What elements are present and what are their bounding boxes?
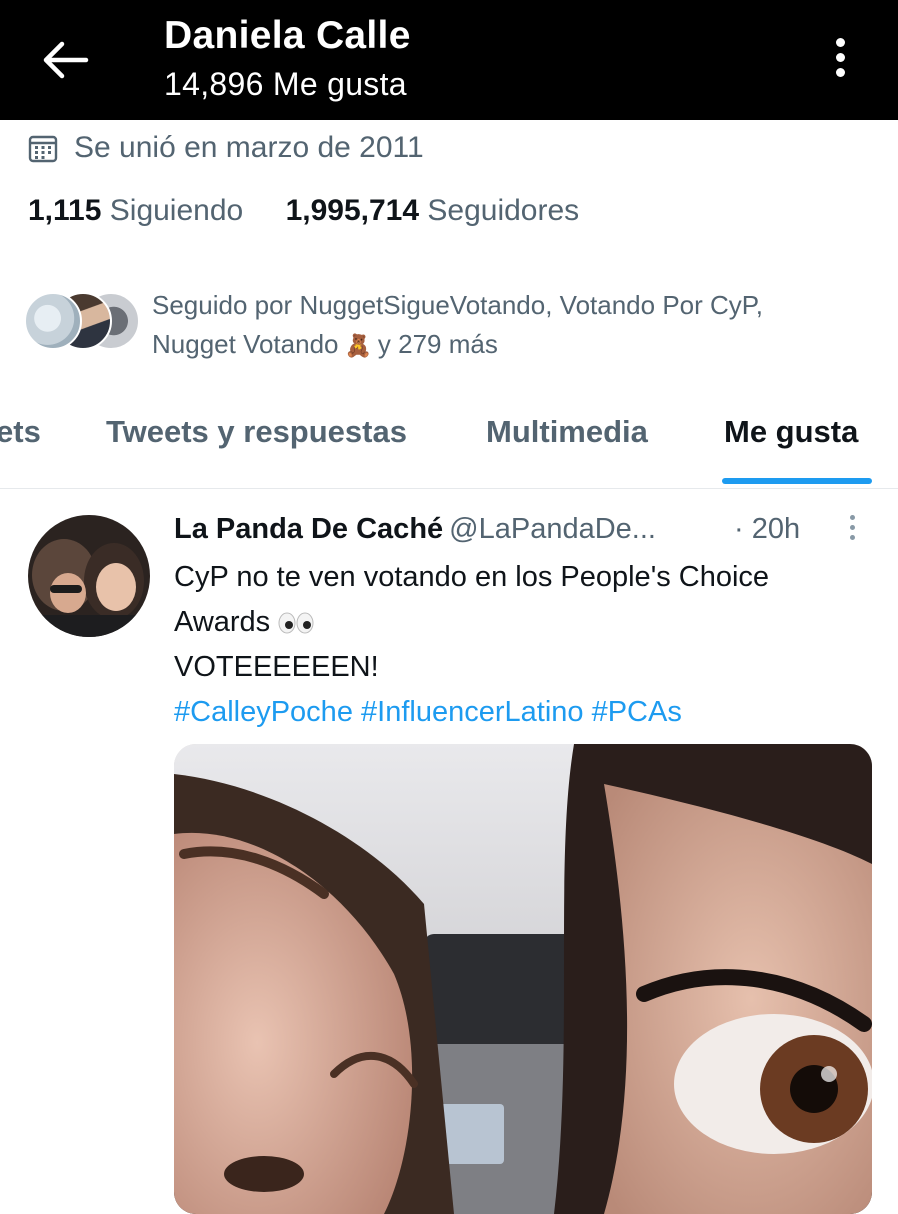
- selfie-photo: [174, 744, 872, 1214]
- profile-name: Daniela Calle: [164, 14, 411, 57]
- tab-likes[interactable]: Me gusta: [724, 414, 858, 450]
- followed-by-more: y 279 más: [377, 329, 498, 359]
- followed-by[interactable]: Seguido por NuggetSigueVotando, Votando …: [24, 286, 884, 366]
- tab-tweets[interactable]: ets: [0, 414, 41, 450]
- more-vertical-icon-dot: [835, 53, 845, 62]
- following-link[interactable]: 1,115 Siguiendo: [28, 194, 243, 228]
- avatar: [24, 292, 82, 350]
- followed-by-name: Nugget Votando: [152, 329, 339, 359]
- back-button[interactable]: [38, 38, 90, 82]
- followers-label: Seguidores: [427, 194, 580, 227]
- tweet-hashtags: #CalleyPoche #InfluencerLatino #PCAs: [174, 690, 874, 735]
- more-vertical-icon-dot: [835, 68, 845, 77]
- tweet-text-awards: Awards: [174, 606, 271, 638]
- more-vertical-icon: [849, 515, 855, 520]
- tweet-text: CyP no te ven votando en los People's Ch…: [174, 555, 874, 735]
- teddy-bear-emoji: 🧸: [344, 333, 372, 358]
- tweet-text-line: CyP no te ven votando en los People's Ch…: [174, 561, 770, 593]
- profile-header-bar: Daniela Calle 14,896 Me gusta: [0, 0, 898, 120]
- arrow-left-icon: [43, 41, 89, 79]
- followed-by-text: Seguido por NuggetSigueVotando, Votando …: [152, 286, 872, 365]
- tweet-text-line: VOTEEEEEEN!: [174, 651, 379, 683]
- profile-tabs: ets Tweets y respuestas Multimedia Me gu…: [0, 390, 898, 489]
- followers-link[interactable]: 1,995,714 Seguidores: [286, 194, 580, 228]
- followed-by-line1: Seguido por NuggetSigueVotando, Votando …: [152, 290, 763, 320]
- hashtag-link[interactable]: #InfluencerLatino: [361, 696, 584, 728]
- eyes-emoji: [278, 612, 314, 634]
- joined-text: Se unió en marzo de 2011: [74, 131, 424, 164]
- tweet-text-line: Awards: [174, 600, 874, 645]
- likes-count: 14,896 Me gusta: [164, 66, 407, 102]
- tweet-author-handle[interactable]: @LaPandaDe...: [449, 513, 656, 545]
- tweet-media-photo[interactable]: [174, 744, 872, 1214]
- more-vertical-icon: [835, 38, 845, 47]
- hashtag-link[interactable]: #PCAs: [592, 696, 682, 728]
- more-options-button[interactable]: [818, 34, 862, 84]
- followed-by-avatars: [24, 292, 144, 350]
- followers-count: 1,995,714: [285, 194, 420, 227]
- tweet-timestamp[interactable]: · 20h: [734, 513, 800, 546]
- tweet-author-name[interactable]: La Panda De Caché: [174, 513, 443, 545]
- follow-counts: 1,115 Siguiendo 1,995,714 Seguidores: [28, 194, 579, 228]
- calendar-icon: [28, 135, 58, 163]
- hashtag-link[interactable]: #CalleyPoche: [174, 696, 353, 728]
- more-vertical-icon-dot: [849, 525, 855, 530]
- tab-media[interactable]: Multimedia: [486, 414, 648, 450]
- tweet[interactable]: La Panda De Caché @LaPandaDe... · 20h CyP…: [0, 489, 898, 1214]
- active-tab-indicator: [722, 478, 872, 484]
- joined-date: Se unió en marzo de 2011: [28, 128, 424, 168]
- following-count: 1,115: [28, 194, 102, 227]
- following-label: Siguiendo: [109, 194, 244, 227]
- avatar-photo: [28, 515, 150, 637]
- more-vertical-icon-dot: [849, 535, 855, 540]
- tab-tweets-replies[interactable]: Tweets y respuestas: [106, 414, 407, 450]
- avatar[interactable]: [28, 515, 150, 637]
- tweet-more-button[interactable]: [844, 515, 860, 547]
